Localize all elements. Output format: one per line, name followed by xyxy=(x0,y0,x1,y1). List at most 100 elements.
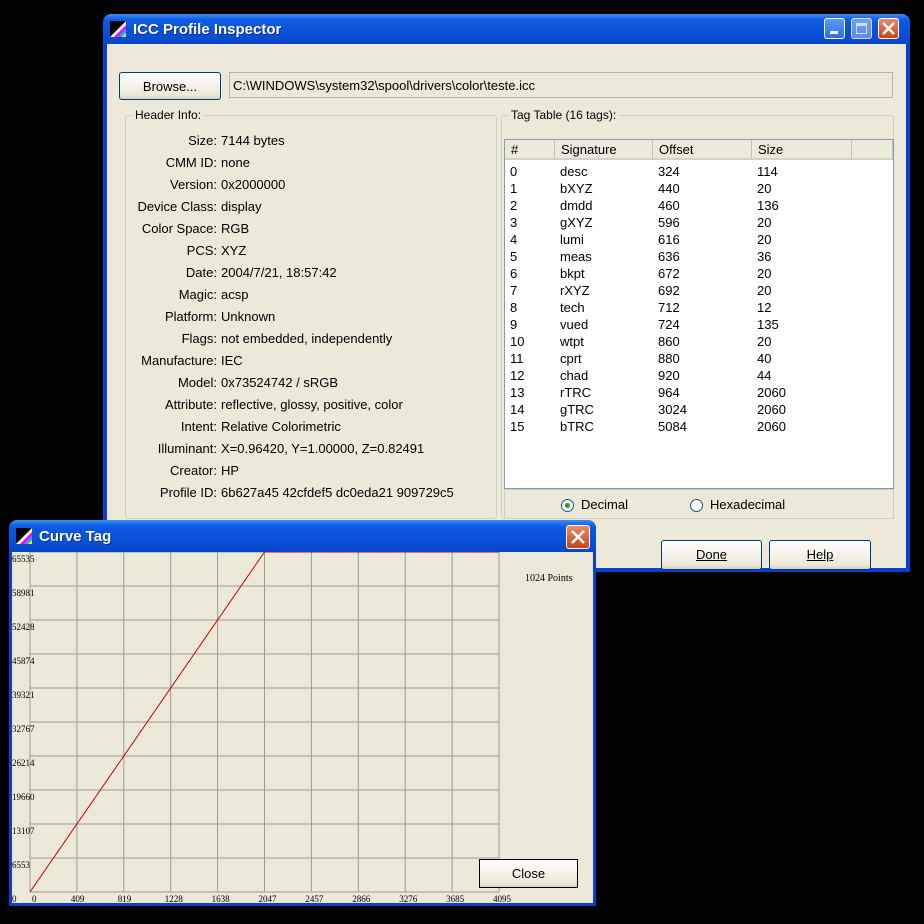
table-row[interactable]: 4 lumi 616 20 xyxy=(505,231,893,248)
header-field-value: none xyxy=(221,155,250,170)
table-row[interactable]: 7 rXYZ 692 20 xyxy=(505,282,893,299)
table-cell: meas xyxy=(560,249,592,264)
table-row[interactable]: 5 meas 636 36 xyxy=(505,248,893,265)
y-tick-label: 26214 xyxy=(12,758,35,768)
table-row[interactable]: 13 rTRC 964 2060 xyxy=(505,384,893,401)
done-label: Done xyxy=(695,547,728,562)
browse-button[interactable]: Browse... xyxy=(119,72,221,100)
help-label: Help xyxy=(806,547,834,562)
header-field-label: Model: xyxy=(177,375,217,390)
curve-close-window-button[interactable] xyxy=(566,525,590,549)
table-cell: 9 xyxy=(510,317,518,332)
table-cell: 12 xyxy=(757,300,772,315)
table-cell: 2060 xyxy=(757,402,786,417)
header-field-value: Relative Colorimetric xyxy=(221,419,341,434)
table-row[interactable]: 10 wtpt 860 20 xyxy=(505,333,893,350)
header-row: Size: 7144 bytes xyxy=(126,130,496,152)
main-titlebar[interactable]: ICC Profile Inspector xyxy=(103,14,910,44)
hexadecimal-radio[interactable] xyxy=(690,499,703,512)
curve-titlebar[interactable]: Curve Tag xyxy=(9,520,596,552)
file-path-field[interactable]: C:\WINDOWS\system32\spool\drivers\color\… xyxy=(229,72,893,98)
header-row: Date: 2004/7/21, 18:57:42 xyxy=(126,262,496,284)
table-cell: gXYZ xyxy=(560,215,593,230)
table-cell: 672 xyxy=(658,266,680,281)
header-row: Creator: HP xyxy=(126,460,496,482)
close-window-button[interactable] xyxy=(878,18,899,39)
table-row[interactable]: 12 chad 920 44 xyxy=(505,367,893,384)
y-tick-label: 39321 xyxy=(12,690,35,700)
table-row[interactable]: 3 gXYZ 596 20 xyxy=(505,214,893,231)
tag-table-label: Tag Table (16 tags): xyxy=(511,108,617,122)
table-cell: 40 xyxy=(757,351,772,366)
done-button[interactable]: Done xyxy=(661,540,762,570)
header-row: Model: 0x73524742 / sRGB xyxy=(126,372,496,394)
header-field-value: Unknown xyxy=(221,309,276,324)
table-cell: dmdd xyxy=(560,198,593,213)
table-cell: 3024 xyxy=(658,402,687,417)
column-header[interactable]: Offset xyxy=(653,140,752,160)
table-cell: 20 xyxy=(757,266,772,281)
x-tick-label: 3685 xyxy=(446,894,465,903)
maximize-button[interactable] xyxy=(851,18,872,39)
app-icon xyxy=(16,528,32,544)
table-row[interactable]: 6 bkpt 672 20 xyxy=(505,265,893,282)
y-tick-label: 52428 xyxy=(12,622,35,632)
decimal-label[interactable]: Decimal xyxy=(581,497,628,512)
maximize-icon xyxy=(856,23,867,34)
header-field-label: Version: xyxy=(170,177,217,192)
table-row[interactable]: 11 cprt 880 40 xyxy=(505,350,893,367)
table-cell: 3 xyxy=(510,215,518,230)
table-cell: 136 xyxy=(757,198,779,213)
header-field-value: XYZ xyxy=(221,243,247,258)
header-field-label: Creator: xyxy=(170,463,217,478)
x-tick-label: 4095 xyxy=(493,894,512,903)
column-header[interactable]: # xyxy=(505,140,555,160)
table-row[interactable]: 1 bXYZ 440 20 xyxy=(505,180,893,197)
table-row[interactable]: 9 vued 724 135 xyxy=(505,316,893,333)
header-field-value: 6b627a45 42cfdef5 dc0eda21 909729c5 xyxy=(221,485,454,500)
table-cell: 10 xyxy=(510,334,525,349)
table-cell: desc xyxy=(560,164,588,179)
header-field-label: Attribute: xyxy=(164,397,217,412)
table-cell: 616 xyxy=(658,232,680,247)
header-field-value: 7144 bytes xyxy=(221,133,285,148)
table-cell: 36 xyxy=(757,249,772,264)
column-header[interactable]: Size xyxy=(752,140,852,160)
main-window-title: ICC Profile Inspector xyxy=(133,21,282,38)
table-cell: 2060 xyxy=(757,385,786,400)
table-row[interactable]: 15 bTRC 5084 2060 xyxy=(505,418,893,435)
table-cell: 11 xyxy=(510,351,524,366)
column-header[interactable]: Signature xyxy=(555,140,653,160)
column-header-filler xyxy=(852,140,893,160)
table-cell: bkpt xyxy=(560,266,585,281)
help-button[interactable]: Help xyxy=(769,540,871,570)
table-cell: 20 xyxy=(757,334,772,349)
table-row[interactable]: 14 gTRC 3024 2060 xyxy=(505,401,893,418)
header-field-value: HP xyxy=(221,463,240,478)
table-cell: 20 xyxy=(757,283,772,298)
table-row[interactable]: 8 tech 712 12 xyxy=(505,299,893,316)
tag-table[interactable]: # Signature Offset Size 0 desc 324 114 1 bXYZ 440… xyxy=(504,139,894,489)
minimize-button[interactable] xyxy=(824,18,845,39)
table-cell: 12 xyxy=(510,368,525,383)
y-tick-label: 65535 xyxy=(12,554,35,564)
curve-client-area: 0 409 819 1228 1638 2047 2457 2866 3276 3685 4095 0… xyxy=(12,552,593,903)
table-row[interactable]: 0 desc 324 114 xyxy=(505,163,893,180)
header-field-value: X=0.96420, Y=1.00000, Z=0.82491 xyxy=(221,441,425,456)
header-field-label: Device Class: xyxy=(137,199,217,214)
table-cell: 20 xyxy=(757,215,772,230)
curve-close-button[interactable]: Close xyxy=(479,859,578,888)
hexadecimal-label[interactable]: Hexadecimal xyxy=(710,497,785,512)
decimal-radio[interactable] xyxy=(561,499,574,512)
table-cell: 114 xyxy=(757,164,778,179)
table-cell: 6 xyxy=(510,266,518,281)
table-row[interactable]: 2 dmdd 460 136 xyxy=(505,197,893,214)
table-cell: 712 xyxy=(658,300,680,315)
header-field-value: acsp xyxy=(221,287,249,302)
header-info-label: Header Info: xyxy=(135,108,202,122)
x-tick-label: 1638 xyxy=(212,894,231,903)
table-cell: 135 xyxy=(757,317,779,332)
table-cell: gTRC xyxy=(560,402,594,417)
table-cell: 20 xyxy=(757,232,772,247)
app-icon xyxy=(110,21,126,37)
